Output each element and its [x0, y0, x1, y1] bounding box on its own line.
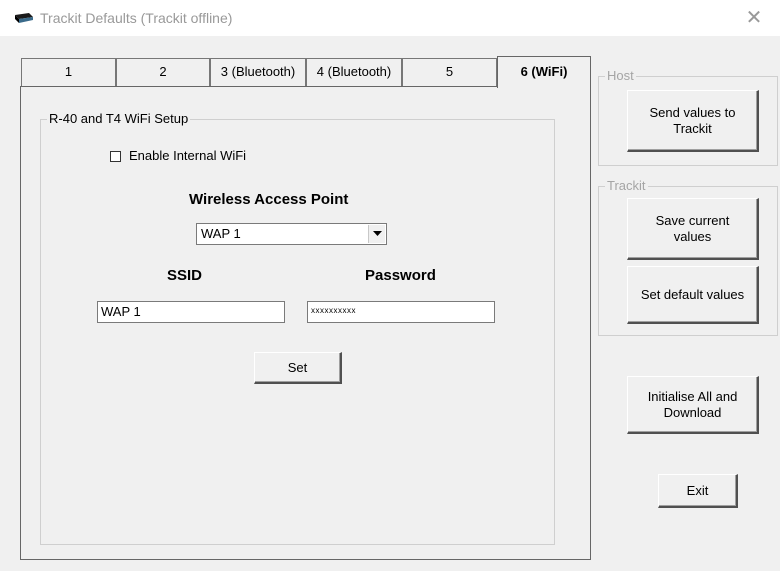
password-input[interactable]: xxxxxxxxxx: [307, 301, 495, 323]
password-heading: Password: [365, 267, 436, 284]
ssid-heading: SSID: [167, 267, 203, 284]
wap-heading: Wireless Access Point: [189, 191, 349, 208]
trackit-device-icon: [12, 12, 34, 27]
exit-button[interactable]: Exit: [658, 474, 738, 508]
tab-label: 5: [445, 64, 454, 79]
wifi-setup-group-title: R-40 and T4 WiFi Setup: [47, 111, 191, 126]
tab-4-bluetooth[interactable]: 4 (Bluetooth): [306, 58, 402, 86]
tab-label: 1: [64, 64, 73, 79]
tab-3-bluetooth[interactable]: 3 (Bluetooth): [210, 58, 306, 86]
chevron-down-icon[interactable]: [368, 225, 385, 243]
initialise-download-button[interactable]: Initialise All and Download: [627, 376, 759, 434]
save-current-label-line2: values: [673, 228, 712, 244]
wifi-setup-group: R-40 and T4 WiFi Setup: [40, 111, 555, 545]
initialise-label-line1: Initialise All and: [647, 388, 738, 404]
tab-label: 4 (Bluetooth): [316, 64, 392, 79]
send-values-label-line2: Trackit: [673, 120, 712, 136]
wap-select-value: WAP 1: [201, 226, 241, 241]
enable-wifi-checkbox[interactable]: [110, 151, 121, 162]
save-current-values-button[interactable]: Save current values: [627, 198, 759, 260]
ssid-input[interactable]: WAP 1: [97, 301, 285, 323]
tab-label: 3 (Bluetooth): [220, 64, 296, 79]
set-button[interactable]: Set: [254, 352, 342, 384]
title-bar: Trackit Defaults (Trackit offline) ✕: [0, 0, 780, 36]
tab-5[interactable]: 5: [402, 58, 497, 86]
set-default-values-button[interactable]: Set default values: [627, 266, 759, 324]
wap-select[interactable]: WAP 1: [196, 223, 387, 245]
host-group-title: Host: [605, 68, 636, 83]
tab-1[interactable]: 1: [21, 58, 116, 86]
trackit-group-title: Trackit: [605, 178, 648, 193]
tab-2[interactable]: 2: [116, 58, 210, 86]
tab-panel-wifi: R-40 and T4 WiFi Setup Enable Internal W…: [20, 86, 591, 560]
initialise-label-line2: Download: [663, 404, 722, 420]
send-values-label-line1: Send values to: [649, 104, 736, 120]
enable-wifi-label: Enable Internal WiFi: [129, 148, 247, 163]
tab-label: 6 (WiFi): [520, 64, 568, 79]
save-current-label-line1: Save current: [655, 212, 730, 228]
close-icon[interactable]: ✕: [742, 6, 766, 30]
tab-label: 2: [159, 64, 167, 79]
tab-6-wifi[interactable]: 6 (WiFi): [497, 56, 591, 88]
window-title: Trackit Defaults (Trackit offline): [40, 10, 233, 26]
send-values-button[interactable]: Send values to Trackit: [627, 90, 759, 152]
